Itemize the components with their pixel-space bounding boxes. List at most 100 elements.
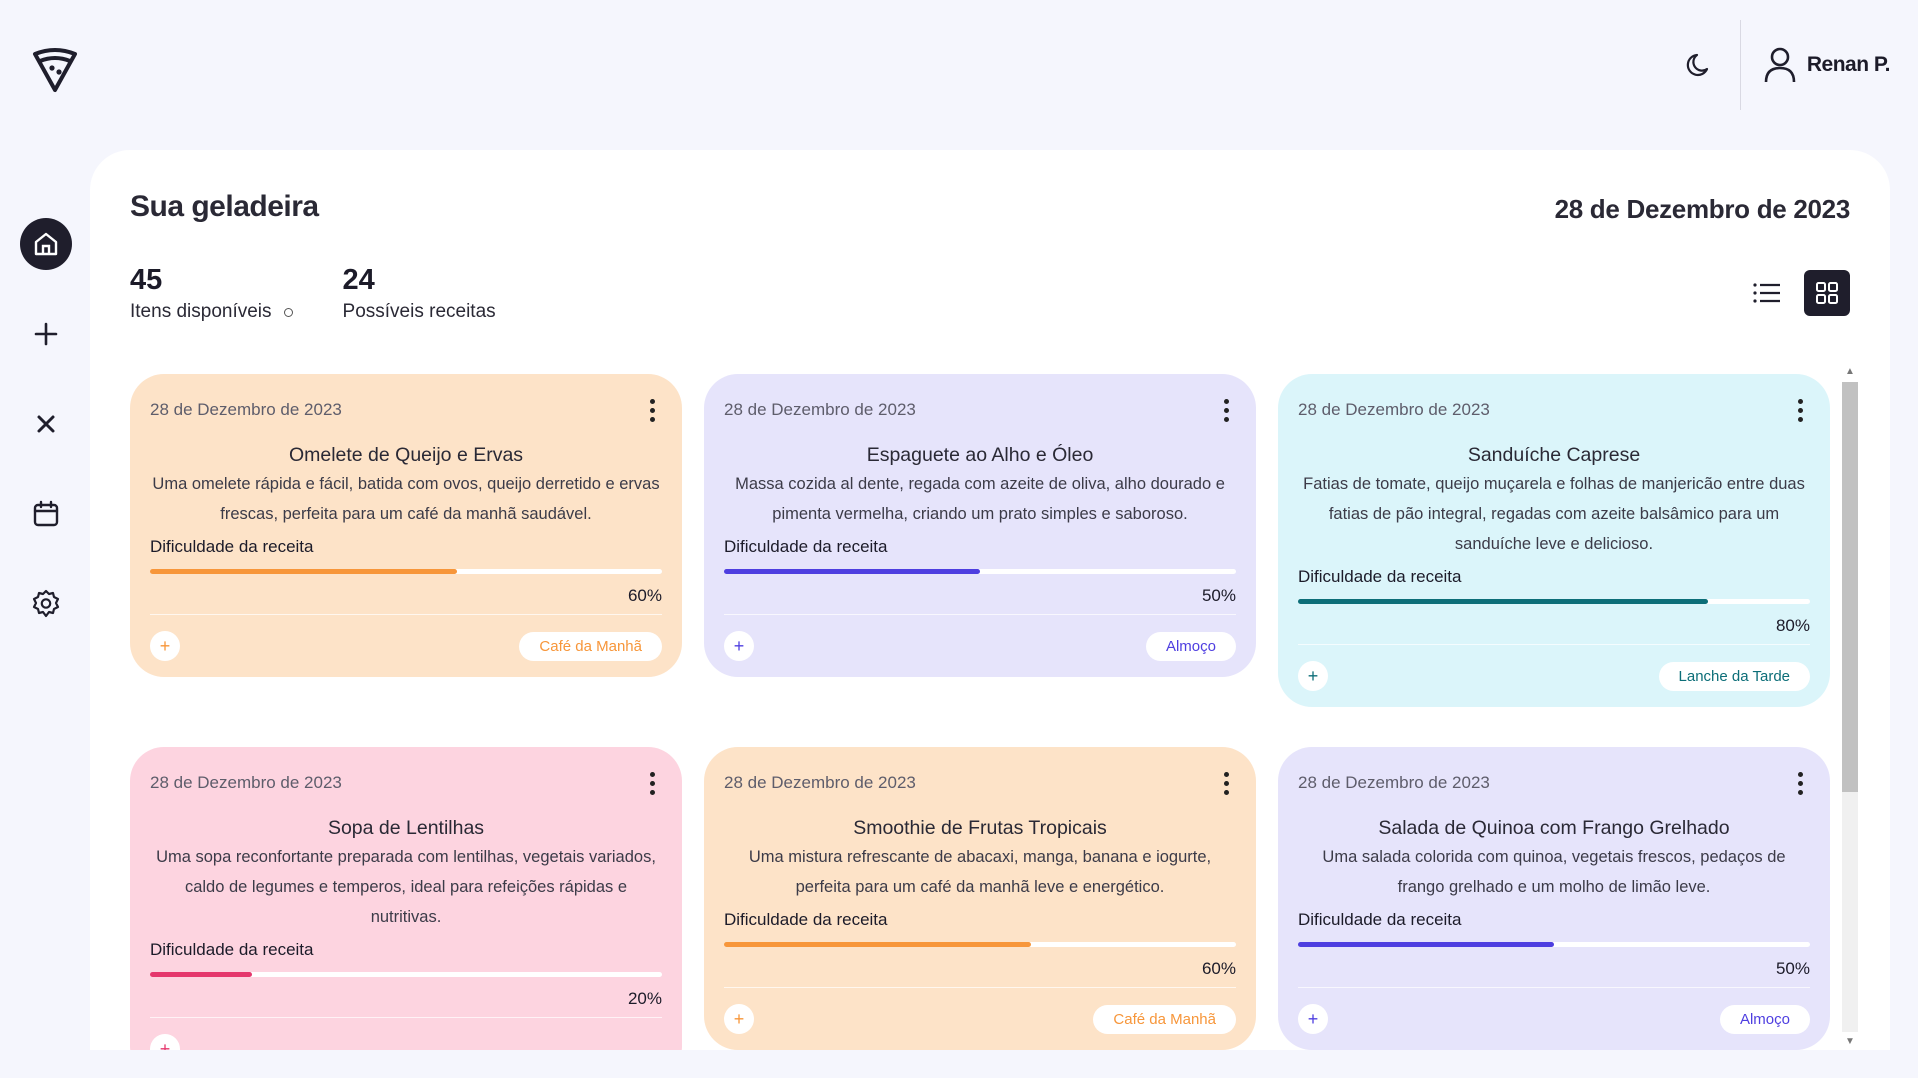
info-dot-icon[interactable] (283, 307, 293, 317)
difficulty-label: Dificuldade da receita (724, 910, 888, 929)
card-footer: + Café da Manhã (150, 614, 662, 677)
difficulty-bar-fill (724, 569, 980, 574)
card-footer: + Almoço (724, 614, 1236, 677)
difficulty-percent: 20% (627, 989, 662, 1008)
moon-icon (1686, 53, 1708, 77)
cards-scrollbar[interactable]: ▲ ▼ (1840, 364, 1858, 1050)
meal-tag[interactable]: Almoço (1719, 1004, 1810, 1034)
recipe-card[interactable]: 28 de Dezembro de 2023 Salada de Quinoa … (1278, 747, 1830, 1050)
difficulty-percent: 80% (1775, 616, 1810, 635)
difficulty-percent: 60% (1201, 959, 1236, 978)
scroll-up-arrow-icon[interactable]: ▲ (1844, 366, 1856, 378)
add-button[interactable]: + (1298, 661, 1328, 691)
difficulty-label: Dificuldade da receita (1298, 567, 1462, 586)
grid-icon (1816, 282, 1838, 304)
more-options-icon[interactable] (1790, 768, 1810, 798)
more-options-icon[interactable] (642, 768, 662, 798)
card-title: Salada de Quinoa com Frango Grelhado (1378, 817, 1730, 839)
card-footer: + Café da Manhã (724, 987, 1236, 1050)
add-button[interactable]: + (724, 1004, 754, 1034)
stat-items-value: 45 (130, 264, 163, 296)
card-title: Sanduíche Caprese (1467, 444, 1641, 466)
stat-items-row: Itens disponíveis (130, 301, 293, 323)
recipe-card[interactable]: 28 de Dezembro de 2023 Sanduíche Caprese… (1278, 374, 1830, 707)
fridge-panel: Sua geladeira 28 de Dezembro de 2023 45 … (90, 150, 1890, 1050)
add-button[interactable]: + (1298, 1004, 1328, 1034)
add-button[interactable]: + (150, 631, 180, 661)
add-button[interactable]: + (724, 631, 754, 661)
difficulty-bar-fill (724, 942, 1032, 947)
user-menu[interactable]: Renan P. (1763, 46, 1891, 84)
sidebar-item-add[interactable] (20, 308, 72, 360)
difficulty-label: Dificuldade da receita (150, 940, 314, 959)
card-footer: + (150, 1017, 662, 1050)
more-options-icon[interactable] (1216, 395, 1236, 425)
difficulty-label: Dificuldade da receita (150, 537, 314, 556)
card-title: Sopa de Lentilhas (327, 817, 485, 839)
view-toggle (1744, 270, 1850, 316)
card-title: Omelete de Queijo e Ervas (288, 444, 524, 466)
card-date: 28 de Dezembro de 2023 (150, 773, 342, 792)
meal-tag[interactable]: Café da Manhã (1093, 1004, 1236, 1034)
card-description: Uma sopa reconfortante preparada com len… (156, 848, 656, 926)
stat-items-label: Itens disponíveis (130, 301, 272, 322)
card-date: 28 de Dezembro de 2023 (1298, 400, 1490, 419)
difficulty-bar (150, 972, 662, 977)
difficulty-bar (150, 569, 662, 574)
card-description: Uma mistura refrescante de abacaxi, mang… (748, 848, 1212, 896)
card-description: Fatias de tomate, queijo muçarela e folh… (1303, 475, 1805, 553)
difficulty-percent: 50% (1775, 959, 1810, 978)
sidebar-item-settings[interactable] (20, 578, 72, 630)
more-options-icon[interactable] (1216, 768, 1236, 798)
sidebar-item-remove[interactable] (20, 398, 72, 450)
stat-recipes: 24 Possíveis receitas (343, 264, 496, 323)
card-description: Massa cozida al dente, regada com azeite… (735, 475, 1225, 523)
difficulty-percent: 60% (627, 586, 662, 605)
meal-tag[interactable]: Café da Manhã (519, 631, 662, 661)
meal-tag[interactable]: Almoço (1145, 631, 1236, 661)
card-title: Smoothie de Frutas Tropicais (853, 817, 1107, 839)
recipe-card[interactable]: 28 de Dezembro de 2023 Sopa de Lentilhas… (130, 747, 682, 1050)
grid-view-button[interactable] (1804, 270, 1850, 316)
pizza-logo-icon (33, 48, 77, 92)
card-description: Uma omelete rápida e fácil, batida com o… (152, 475, 660, 523)
topbar-actions: Renan P. (1678, 20, 1891, 110)
recipe-card[interactable]: 28 de Dezembro de 2023 Espaguete ao Alho… (704, 374, 1256, 677)
recipe-card[interactable]: 28 de Dezembro de 2023 Omelete de Queijo… (130, 374, 682, 677)
recipe-card[interactable]: 28 de Dezembro de 2023 Smoothie de Fruta… (704, 747, 1256, 1050)
more-options-icon[interactable] (1790, 395, 1810, 425)
list-view-button[interactable] (1744, 270, 1790, 316)
card-date: 28 de Dezembro de 2023 (724, 400, 916, 419)
page-title: Sua geladeira (130, 190, 319, 223)
card-footer: + Lanche da Tarde (1298, 644, 1810, 707)
close-icon (37, 415, 55, 433)
card-date: 28 de Dezembro de 2023 (1298, 773, 1490, 792)
difficulty-bar-fill (1298, 942, 1554, 947)
difficulty-bar (724, 569, 1236, 574)
sidebar-item-home[interactable] (20, 218, 72, 270)
plus-icon (34, 322, 58, 346)
stat-recipes-label: Possíveis receitas (342, 301, 496, 322)
card-date: 28 de Dezembro de 2023 (724, 773, 916, 792)
difficulty-percent: 50% (1201, 586, 1236, 605)
difficulty-bar (1298, 942, 1810, 947)
gear-icon (32, 589, 60, 618)
difficulty-bar (1298, 599, 1810, 604)
dark-mode-toggle[interactable] (1678, 43, 1722, 87)
home-icon (34, 232, 58, 256)
stat-items: 45 Itens disponíveis (130, 264, 293, 323)
scroll-down-arrow-icon[interactable]: ▼ (1844, 1036, 1856, 1048)
add-button[interactable]: + (150, 1034, 180, 1050)
difficulty-bar-fill (150, 972, 253, 977)
card-date: 28 de Dezembro de 2023 (150, 400, 342, 419)
app-logo[interactable] (30, 44, 80, 94)
scroll-thumb[interactable] (1842, 382, 1858, 792)
stat-recipes-value: 24 (342, 264, 375, 296)
meal-tag[interactable]: Lanche da Tarde (1658, 661, 1810, 691)
difficulty-bar-fill (1298, 599, 1708, 604)
stats: 45 Itens disponíveis 24 Possíveis receit… (130, 264, 496, 323)
sidebar-item-calendar[interactable] (20, 488, 72, 540)
card-description: Uma salada colorida com quinoa, vegetais… (1322, 848, 1786, 896)
more-options-icon[interactable] (642, 395, 662, 425)
user-icon (1764, 47, 1796, 83)
